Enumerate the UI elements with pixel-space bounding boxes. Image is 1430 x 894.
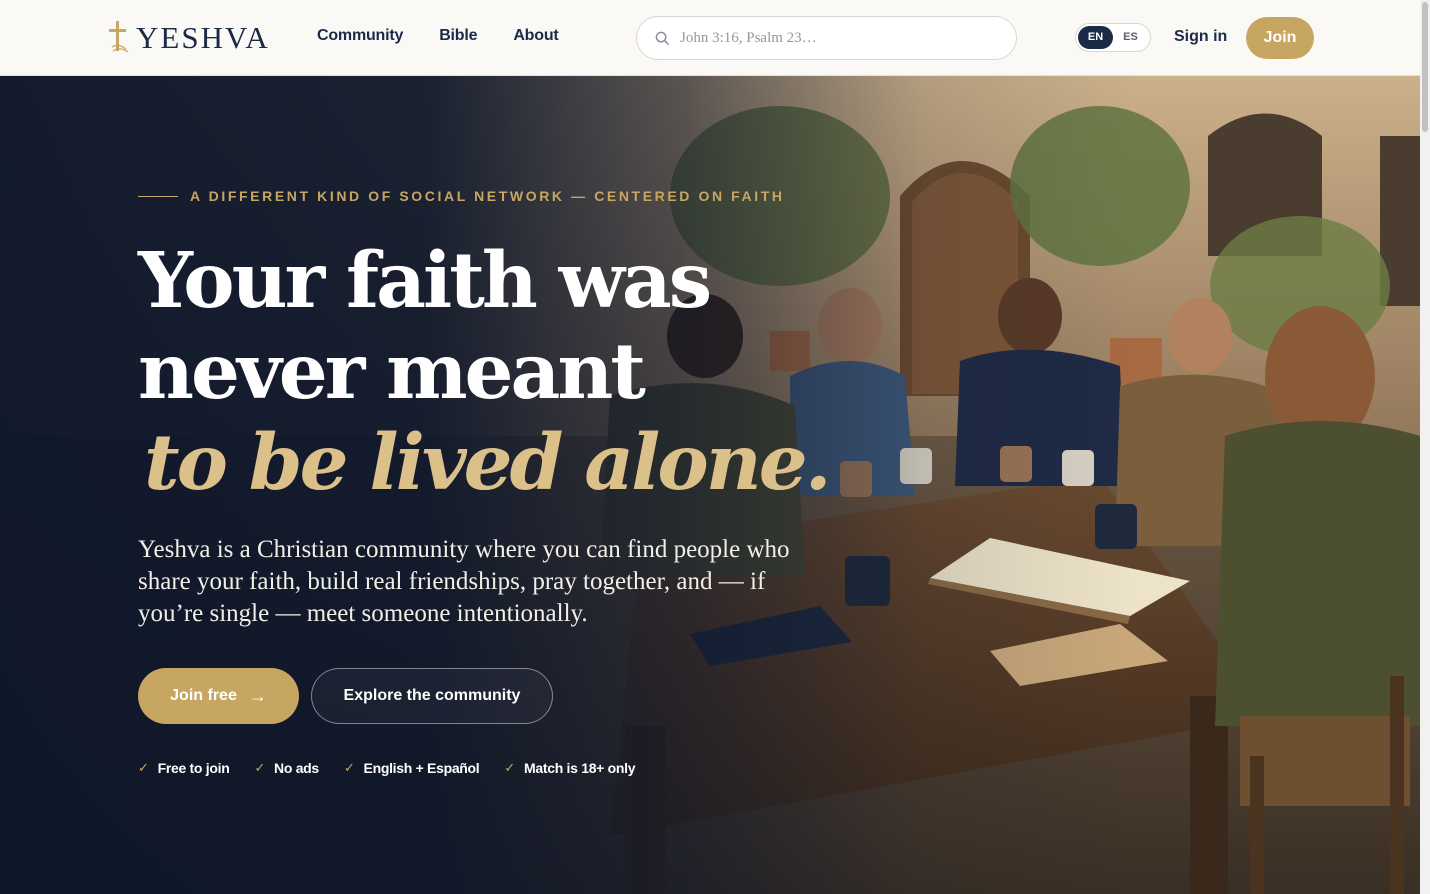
perks-list: ✓ Free to join ✓ No ads ✓ English + Espa… xyxy=(138,760,660,776)
main-nav: Community Bible About xyxy=(317,27,595,45)
headline-line-3: to be lived alone. xyxy=(144,418,832,508)
perk-label: Match is 18+ only xyxy=(524,760,636,776)
nav-about[interactable]: About xyxy=(513,27,558,45)
headline-line-1: Your faith was xyxy=(138,236,712,326)
headline-line-2: never meant xyxy=(138,327,646,417)
perk-item: ✓ Match is 18+ only xyxy=(504,760,635,776)
page-scrollbar[interactable] xyxy=(1420,0,1430,894)
perk-label: No ads xyxy=(274,760,319,776)
nav-bible[interactable]: Bible xyxy=(439,27,477,45)
cross-icon xyxy=(109,21,129,53)
check-icon: ✓ xyxy=(254,760,266,775)
perk-label: English + Español xyxy=(363,760,480,776)
join-button[interactable]: Join xyxy=(1246,17,1314,59)
nav-community[interactable]: Community xyxy=(317,27,403,45)
perk-item: ✓ No ads xyxy=(254,760,319,776)
logo-text: YESHVA xyxy=(136,19,270,55)
search-input[interactable] xyxy=(680,29,980,47)
sign-in-link[interactable]: Sign in xyxy=(1174,28,1227,46)
explore-community-button[interactable]: Explore the community xyxy=(311,668,553,724)
lang-en-button[interactable]: EN xyxy=(1078,26,1113,49)
scrollbar-thumb[interactable] xyxy=(1422,2,1428,132)
hero-subtext: Yeshva is a Christian community where yo… xyxy=(138,536,790,627)
top-navigation-bar: YESHVA Community Bible About EN ES Sign … xyxy=(0,0,1420,76)
arrow-right-icon: → xyxy=(248,685,267,706)
search-box xyxy=(636,16,1017,60)
perk-item: ✓ Free to join xyxy=(138,760,230,776)
join-free-label: Join free xyxy=(170,687,237,704)
check-icon: ✓ xyxy=(343,760,355,775)
language-toggle: EN ES xyxy=(1075,23,1151,52)
hero-eyebrow: A DIFFERENT KIND OF SOCIAL NETWORK — CEN… xyxy=(138,188,785,204)
check-icon: ✓ xyxy=(504,760,515,775)
check-icon: ✓ xyxy=(138,760,149,775)
eyebrow-text: A DIFFERENT KIND OF SOCIAL NETWORK — CEN… xyxy=(190,188,785,204)
hero-headline: Your faith was never meant to be lived a… xyxy=(138,236,832,509)
join-free-button[interactable]: Join free → xyxy=(138,668,299,724)
lang-es-button[interactable]: ES xyxy=(1113,26,1148,49)
logo[interactable]: YESHVA xyxy=(106,18,270,56)
eyebrow-line xyxy=(138,195,178,197)
hero-section: A DIFFERENT KIND OF SOCIAL NETWORK — CEN… xyxy=(0,76,1420,894)
search-icon xyxy=(655,31,670,45)
perk-item: ✓ English + Español xyxy=(343,760,480,776)
perk-label: Free to join xyxy=(157,760,230,776)
